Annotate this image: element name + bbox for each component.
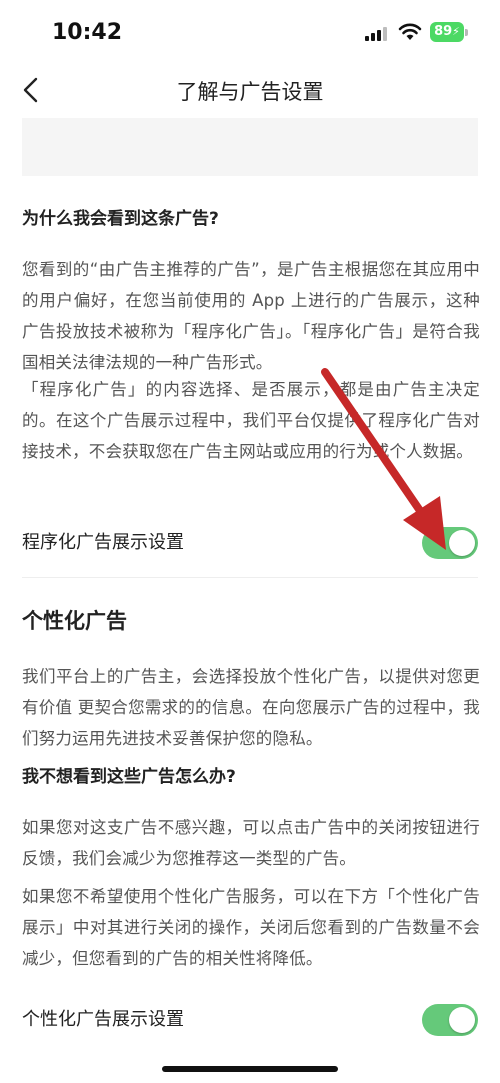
programmatic-ad-toggle[interactable] bbox=[422, 527, 478, 559]
personalized-paragraph-3: 如果您不希望使用个性化广告服务，可以在下方「个性化广告展示」中对其进行关闭的操作… bbox=[22, 887, 480, 968]
why-paragraph-1: 您看到的“由广告主推荐的广告”，是广告主根据您在其应用中的用户偏好，在您当前使用… bbox=[22, 260, 480, 372]
section-divider bbox=[22, 577, 478, 578]
ad-preview-box bbox=[22, 118, 478, 176]
page-title: 了解与广告设置 bbox=[176, 80, 324, 104]
battery-level: 89 bbox=[434, 24, 453, 39]
personalized-heading: 个性化广告 bbox=[22, 609, 127, 633]
personalized-paragraph-1: 我们平台上的广告主，会选择投放个性化广告，以提供对您更有价值 更契合您需求的的信… bbox=[22, 667, 480, 748]
personalized-ad-toggle[interactable] bbox=[422, 1004, 478, 1036]
why-heading: 为什么我会看到这条广告? bbox=[22, 209, 219, 229]
personalized-paragraph-2: 如果您对这支广告不感兴趣，可以点击广告中的关闭按钮进行反馈，我们会减少为您推荐这… bbox=[22, 818, 480, 868]
wifi-icon bbox=[398, 23, 422, 40]
toggle-knob bbox=[449, 530, 475, 556]
programmatic-ad-setting-label: 程序化广告展示设置 bbox=[22, 532, 184, 553]
status-time: 10:42 bbox=[52, 20, 123, 45]
home-indicator bbox=[162, 1066, 338, 1072]
toggle-knob bbox=[449, 1007, 475, 1033]
cellular-signal-icon bbox=[365, 26, 389, 41]
battery-tip bbox=[465, 29, 468, 36]
dont-want-heading: 我不想看到这些广告怎么办? bbox=[22, 767, 236, 787]
why-paragraph-2: 「程序化广告」的内容选择、是否展示，都是由广告主决定的。在这个广告展示过程中，我… bbox=[22, 380, 480, 461]
nav-bar: 了解与广告设置 bbox=[0, 66, 500, 116]
battery-icon: 89⚡ bbox=[430, 22, 464, 42]
personalized-ad-setting-label: 个性化广告展示设置 bbox=[22, 1009, 184, 1030]
status-bar: 10:42 89⚡ bbox=[0, 0, 500, 66]
